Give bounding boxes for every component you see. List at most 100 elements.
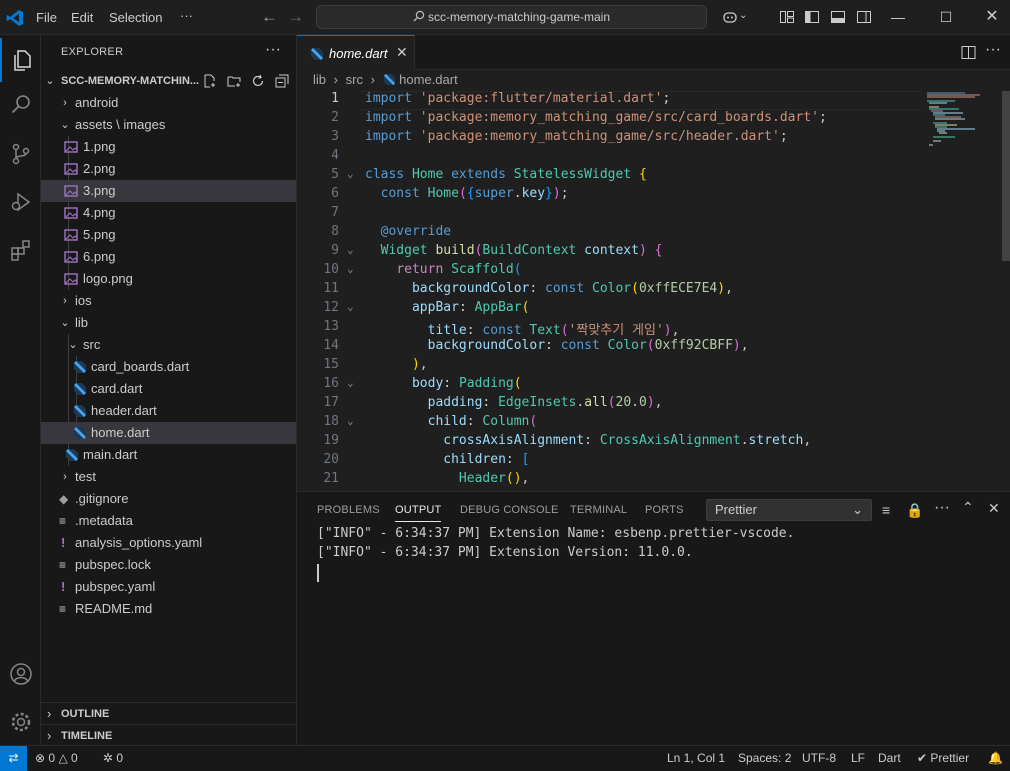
search-activity[interactable] — [0, 82, 41, 126]
editor-scrollbar[interactable] — [1002, 91, 1010, 261]
cursor-position[interactable]: Ln 1, Col 1 — [667, 751, 725, 765]
customize-layout-icon[interactable] — [779, 9, 795, 25]
output-channel-select[interactable]: Prettier ⌄ — [706, 499, 872, 521]
menu-selection[interactable]: Selection — [109, 10, 162, 25]
tab-ports[interactable]: PORTS — [645, 504, 684, 516]
tree-folder-android[interactable]: › android — [41, 92, 296, 114]
code-line: import 'package:memory_matching_game/src… — [365, 110, 827, 125]
fold-chevron-icon[interactable]: ⌄ — [347, 414, 354, 427]
maximize-button[interactable]: ☐ — [926, 6, 966, 28]
tree-file-analysis-options[interactable]: ! analysis_options.yaml — [41, 532, 296, 554]
fold-chevron-icon[interactable]: ⌄ — [347, 262, 354, 275]
tree-folder-src[interactable]: ⌄ src — [41, 334, 296, 356]
tree-folder-ios[interactable]: › ios — [41, 290, 296, 312]
new-file-icon[interactable] — [203, 74, 217, 88]
tree-file-gitignore[interactable]: ◆ .gitignore — [41, 488, 296, 510]
tree-folder-lib[interactable]: ⌄ lib — [41, 312, 296, 334]
text-file-icon: ≡ — [59, 602, 67, 616]
chevron-right-icon: › — [63, 471, 67, 483]
fold-chevron-icon[interactable]: ⌄ — [347, 300, 354, 313]
tab-terminal[interactable]: TERMINAL — [570, 504, 627, 516]
tree-file-4-png[interactable]: 4.png — [41, 202, 296, 224]
clear-output-icon[interactable]: ≡ — [882, 502, 890, 518]
timeline-section[interactable]: › TIMELINE — [41, 724, 296, 746]
menu-more[interactable]: ··· — [180, 8, 193, 23]
fold-chevron-icon[interactable]: ⌄ — [347, 243, 354, 256]
fold-chevron-icon[interactable]: ⌄ — [347, 167, 354, 180]
tree-file-3-png[interactable]: 3.png — [41, 180, 296, 202]
indentation[interactable]: Spaces: 2 — [738, 751, 791, 765]
tree-file-5-png[interactable]: 5.png — [41, 224, 296, 246]
tree-file-pubspec-lock[interactable]: ≡ pubspec.lock — [41, 554, 296, 576]
manage-activity[interactable] — [0, 700, 41, 744]
breadcrumb-src[interactable]: src — [346, 72, 363, 87]
copilot-icon[interactable] — [722, 9, 738, 25]
project-root-row[interactable]: ⌄ SCC-MEMORY-MATCHIN... — [41, 70, 296, 92]
split-editor-icon[interactable] — [961, 45, 976, 60]
toggle-panel-icon[interactable] — [830, 9, 846, 25]
tree-file-header-dart[interactable]: header.dart — [41, 400, 296, 422]
panel-more-icon[interactable]: ··· — [934, 499, 950, 517]
command-center-search[interactable]: scc-memory-matching-game-main — [316, 5, 707, 29]
notifications-bell-icon[interactable]: 🔔 — [988, 751, 1003, 765]
back-arrow-icon[interactable]: ← — [261, 7, 278, 27]
line-number: 12 — [323, 300, 339, 315]
menu-edit[interactable]: Edit — [71, 10, 93, 25]
toggle-primary-sidebar-icon[interactable] — [804, 9, 820, 25]
tree-folder-test[interactable]: › test — [41, 466, 296, 488]
explorer-activity[interactable] — [0, 38, 41, 82]
remote-indicator[interactable]: ⇄ — [0, 746, 27, 771]
run-debug-activity[interactable] — [0, 180, 41, 224]
menu-file[interactable]: File — [36, 10, 57, 25]
tree-file-readme[interactable]: ≡ README.md — [41, 598, 296, 620]
tree-file-logo-png[interactable]: logo.png — [41, 268, 296, 290]
output-line: ["INFO" - 6:34:37 PM] Extension Name: es… — [317, 526, 795, 541]
forward-arrow-icon[interactable]: → — [287, 7, 304, 27]
tree-file-1-png[interactable]: 1.png — [41, 136, 296, 158]
editor-more-icon[interactable]: ··· — [985, 41, 1001, 59]
close-panel-icon[interactable]: ✕ — [988, 500, 1000, 517]
tab-problems[interactable]: PROBLEMS — [317, 504, 380, 516]
tree-file-metadata[interactable]: ≡ .metadata — [41, 510, 296, 532]
minimap[interactable] — [925, 91, 1000, 151]
copilot-chevron-down-icon[interactable]: ⌄ — [739, 10, 747, 21]
tab-output[interactable]: OUTPUT — [395, 504, 442, 522]
language-mode[interactable]: Dart — [878, 751, 901, 765]
extensions-activity[interactable] — [0, 228, 41, 272]
errors-indicator[interactable]: ⊗ 0 △ 0 — [35, 751, 78, 765]
eol[interactable]: LF — [851, 751, 865, 765]
new-folder-icon[interactable] — [227, 74, 241, 88]
breadcrumb-home-dart[interactable]: home.dart — [399, 72, 458, 87]
collapse-all-icon[interactable] — [275, 74, 289, 88]
close-window-button[interactable]: ✕ — [972, 6, 1010, 28]
tab-home-dart[interactable]: home.dart ✕ — [297, 35, 415, 70]
tree-label: 5.png — [83, 227, 116, 242]
code-editor[interactable]: 1 import 'package:flutter/material.dart';… — [297, 91, 1001, 491]
encoding[interactable]: UTF-8 — [802, 751, 836, 765]
tree-file-2-png[interactable]: 2.png — [41, 158, 296, 180]
maximize-panel-icon[interactable]: ⌃ — [962, 499, 974, 516]
refresh-icon[interactable] — [251, 74, 265, 88]
minimize-button[interactable]: — — [878, 6, 918, 28]
line-number: 13 — [323, 319, 339, 334]
breadcrumb-lib[interactable]: lib — [313, 72, 326, 87]
tree-file-main-dart[interactable]: main.dart — [41, 444, 296, 466]
tree-file-6-png[interactable]: 6.png — [41, 246, 296, 268]
outline-section[interactable]: › OUTLINE — [41, 702, 296, 724]
tab-debug-console[interactable]: DEBUG CONSOLE — [460, 504, 559, 516]
lock-scroll-icon[interactable]: 🔒 — [906, 502, 923, 519]
tree-file-pubspec-yaml[interactable]: ! pubspec.yaml — [41, 576, 296, 598]
source-control-activity[interactable] — [0, 132, 41, 176]
tree-file-home-dart[interactable]: home.dart — [41, 422, 296, 444]
fold-chevron-icon[interactable]: ⌄ — [347, 376, 354, 389]
tree-file-card-boards-dart[interactable]: card_boards.dart — [41, 356, 296, 378]
tree-file-card-dart[interactable]: card.dart — [41, 378, 296, 400]
toggle-secondary-sidebar-icon[interactable] — [856, 9, 872, 25]
accounts-activity[interactable] — [0, 652, 41, 696]
tree-folder-assets-images[interactable]: ⌄ assets \ images — [41, 114, 296, 136]
ports-indicator[interactable]: ✲ 0 — [103, 751, 123, 765]
chevron-down-icon: ⌄ — [852, 502, 863, 517]
explorer-more-icon[interactable]: ··· — [265, 41, 281, 59]
prettier-status[interactable]: ✔ Prettier — [917, 751, 969, 765]
close-tab-icon[interactable]: ✕ — [396, 44, 408, 61]
